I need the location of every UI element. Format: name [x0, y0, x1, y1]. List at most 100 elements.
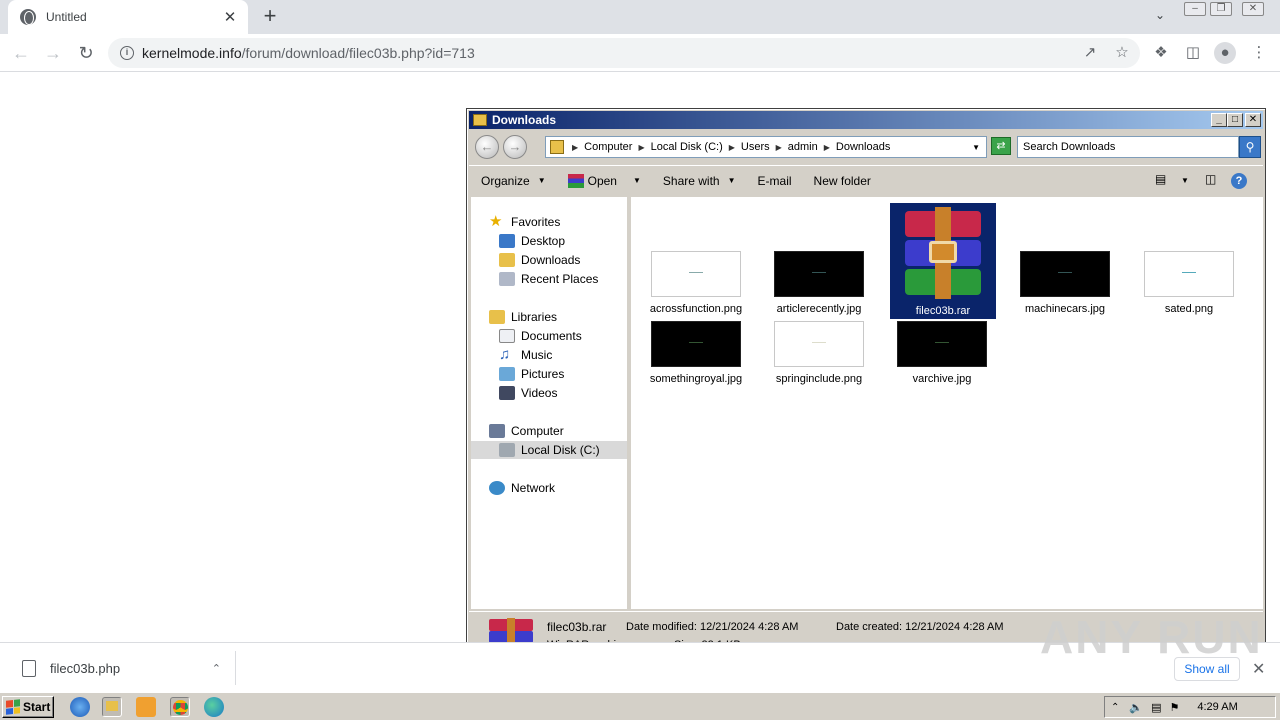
close-button[interactable]: ✕: [1245, 113, 1261, 127]
file-item-selected[interactable]: filec03b.rar: [890, 203, 996, 319]
file-item[interactable]: sated.png: [1136, 251, 1242, 315]
file-name: varchive.jpg: [912, 373, 972, 385]
file-item[interactable]: varchive.jpg: [889, 321, 995, 385]
nav-libraries[interactable]: Libraries: [489, 308, 557, 326]
image-thumbnail: [774, 321, 864, 367]
folder-icon: [473, 114, 487, 126]
nav-local-disk[interactable]: Local Disk (C:): [471, 441, 627, 459]
minimize-button[interactable]: –: [1184, 2, 1206, 16]
image-thumbnail: [1144, 251, 1234, 297]
breadcrumb-users[interactable]: Users: [741, 141, 770, 153]
breadcrumb-admin[interactable]: admin: [788, 141, 818, 153]
edge-icon[interactable]: [204, 697, 224, 717]
view-icon[interactable]: ▤: [1155, 172, 1166, 186]
nav-pictures[interactable]: Pictures: [499, 365, 564, 383]
address-bar[interactable]: i kernelmode.info/forum/download/filec03…: [108, 38, 1140, 68]
file-item[interactable]: articlerecently.jpg: [766, 251, 872, 315]
download-item[interactable]: filec03b.php ⌃: [12, 651, 236, 685]
file-name: springinclude.png: [775, 373, 863, 385]
share-with-button[interactable]: Share with ▼: [663, 174, 736, 188]
volume-icon[interactable]: 🔈: [1129, 701, 1143, 714]
nav-computer[interactable]: Computer: [489, 422, 564, 440]
search-icon[interactable]: ⚲: [1239, 136, 1261, 158]
image-thumbnail: [1020, 251, 1110, 297]
forward-arrow-icon[interactable]: →: [40, 40, 66, 66]
chevron-down-icon[interactable]: ⌄: [1150, 8, 1170, 26]
info-icon[interactable]: i: [120, 46, 134, 60]
reload-icon[interactable]: ↻: [73, 40, 99, 66]
nav-desktop[interactable]: Desktop: [499, 232, 565, 250]
file-list: acrossfunction.png articlerecently.jpg f…: [631, 197, 1263, 609]
documents-icon: [499, 329, 515, 343]
profile-icon[interactable]: ●: [1214, 42, 1236, 64]
winrar-archive-icon: [899, 207, 987, 299]
file-icon: [22, 659, 36, 677]
star-icon[interactable]: ☆: [1111, 42, 1133, 64]
chevron-up-icon[interactable]: ⌃: [212, 662, 221, 675]
preview-pane-icon[interactable]: ◫: [1205, 172, 1216, 186]
email-button[interactable]: E-mail: [758, 174, 792, 188]
file-item[interactable]: acrossfunction.png: [643, 251, 749, 315]
clock[interactable]: 4:29 AM: [1197, 701, 1237, 713]
star-icon: ★: [489, 213, 503, 230]
libraries-icon: [489, 310, 505, 324]
organize-button[interactable]: Organize ▼: [481, 174, 546, 188]
image-thumbnail: [774, 251, 864, 297]
view-dropdown-icon[interactable]: ▼: [1181, 176, 1189, 185]
nav-favorites[interactable]: ★ Favorites: [489, 213, 560, 231]
file-name: somethingroyal.jpg: [649, 373, 743, 385]
start-button[interactable]: Start: [2, 696, 54, 718]
new-folder-button[interactable]: New folder: [814, 174, 871, 188]
file-name: sated.png: [1164, 303, 1214, 315]
file-item[interactable]: springinclude.png: [766, 321, 872, 385]
file-item[interactable]: somethingroyal.jpg: [643, 321, 749, 385]
network-tray-icon[interactable]: ▤: [1151, 701, 1161, 714]
breadcrumb-local-disk[interactable]: Local Disk (C:): [651, 141, 723, 153]
forward-arrow-icon[interactable]: →: [503, 135, 527, 159]
folder-icon: [550, 140, 564, 154]
menu-icon[interactable]: ⋮: [1248, 42, 1270, 64]
extensions-icon[interactable]: ❖: [1150, 42, 1172, 64]
nav-network[interactable]: Network: [489, 479, 555, 497]
share-icon[interactable]: ↗: [1079, 42, 1101, 64]
browser-tab[interactable]: Untitled ✕: [8, 0, 248, 34]
taskbar: Start ⌃ 🔈 ▤ ⚑ 4:29 AM: [0, 692, 1280, 720]
side-panel-icon[interactable]: ◫: [1182, 42, 1204, 64]
tray-expand-icon[interactable]: ⌃: [1111, 702, 1119, 713]
tab-title: Untitled: [46, 10, 87, 24]
help-icon[interactable]: ?: [1231, 173, 1247, 189]
chrome-icon[interactable]: [170, 697, 190, 717]
nav-downloads[interactable]: Downloads: [499, 251, 580, 269]
explorer-titlebar[interactable]: Downloads _ □ ✕: [469, 111, 1263, 129]
watermark-logo: ANY RUN: [1040, 611, 1263, 663]
flag-icon[interactable]: ⚑: [1170, 701, 1180, 714]
restore-button[interactable]: ❐: [1210, 2, 1232, 16]
nav-recent-places[interactable]: Recent Places: [499, 270, 598, 288]
explorer-address-bar[interactable]: ▶ Computer ▶ Local Disk (C:) ▶ Users ▶ a…: [545, 136, 987, 158]
close-button[interactable]: ✕: [1242, 2, 1264, 16]
breadcrumb-computer[interactable]: Computer: [584, 141, 632, 153]
nav-documents[interactable]: Documents: [499, 327, 582, 345]
media-player-icon[interactable]: [136, 697, 156, 717]
nav-music[interactable]: ♫ Music: [499, 346, 552, 364]
open-button[interactable]: Open ▼: [567, 173, 641, 188]
command-bar: Organize ▼ Open ▼ Share with ▼ E-mail New f…: [469, 165, 1263, 195]
browser-toolbar: ← → ↻ i kernelmode.info/forum/download/f…: [0, 34, 1280, 72]
file-item[interactable]: machinecars.jpg: [1012, 251, 1118, 315]
refresh-icon[interactable]: ⇄: [991, 137, 1011, 155]
tab-close-button[interactable]: ✕: [222, 8, 238, 26]
explorer-taskbar-icon[interactable]: [102, 697, 122, 717]
computer-icon: [489, 424, 505, 438]
minimize-button[interactable]: _: [1211, 113, 1227, 127]
nav-videos[interactable]: Videos: [499, 384, 557, 402]
internet-explorer-icon[interactable]: [70, 697, 90, 717]
back-arrow-icon[interactable]: ←: [475, 135, 499, 159]
dropdown-arrow-icon[interactable]: ▼: [972, 143, 980, 152]
back-arrow-icon[interactable]: ←: [8, 40, 34, 66]
maximize-button[interactable]: □: [1227, 113, 1243, 127]
file-name: machinecars.jpg: [1024, 303, 1106, 315]
file-name: acrossfunction.png: [649, 303, 743, 315]
search-input[interactable]: Search Downloads: [1017, 136, 1239, 158]
breadcrumb-downloads[interactable]: Downloads: [836, 141, 890, 153]
new-tab-button[interactable]: +: [258, 5, 282, 29]
